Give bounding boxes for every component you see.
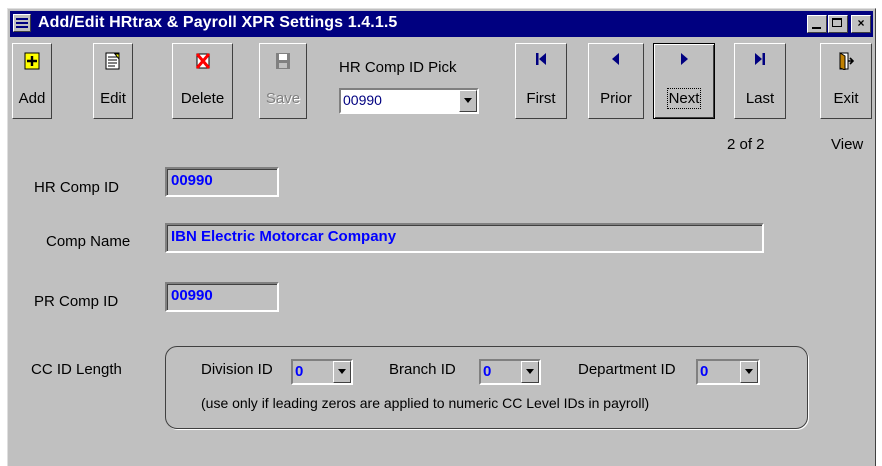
division-id-label: Division ID [201, 361, 273, 378]
comp-id-pick-label: HR Comp ID Pick [339, 59, 457, 76]
division-id-select[interactable]: 0 [291, 359, 353, 385]
first-icon [536, 53, 546, 65]
exit-label: Exit [833, 90, 859, 107]
hr-comp-id-field[interactable]: 00990 [165, 167, 279, 197]
cc-id-note: (use only if leading zeros are applied t… [201, 395, 650, 411]
delete-icon [195, 53, 210, 69]
comp-name-field[interactable]: IBN Electric Motorcar Company [165, 223, 764, 253]
save-button[interactable]: Save [259, 43, 307, 119]
cc-id-length-group: Division ID 0 Branch ID 0 Department ID … [165, 346, 808, 429]
comp-id-pick-select[interactable]: 00990 [339, 88, 479, 114]
comp-name-label: Comp Name [46, 233, 131, 250]
department-id-select[interactable]: 0 [696, 359, 760, 385]
department-id-value: 0 [700, 363, 709, 380]
next-icon [681, 53, 688, 65]
toolbar: Add Edit Delete Save HR Comp ID Pick 009… [8, 43, 875, 131]
comp-name-value: IBN Electric Motorcar Company [171, 228, 397, 245]
last-button[interactable]: Last [734, 43, 786, 119]
comp-id-pick-value: 00990 [343, 92, 382, 108]
delete-button[interactable]: Delete [172, 43, 233, 119]
prior-label: Prior [600, 90, 632, 107]
edit-label: Edit [100, 90, 126, 107]
branch-id-label: Branch ID [389, 361, 456, 378]
record-position: 2 of 2 [727, 136, 765, 153]
save-icon [276, 53, 290, 69]
maximize-button[interactable] [828, 15, 848, 33]
close-button[interactable]: × [851, 15, 871, 33]
delete-label: Delete [180, 90, 225, 107]
last-label: Last [745, 90, 775, 107]
app-window: Add/Edit HRtrax & Payroll XPR Settings 1… [7, 8, 876, 466]
prior-button[interactable]: Prior [588, 43, 644, 119]
add-label: Add [18, 90, 46, 107]
add-icon [24, 52, 40, 70]
first-button[interactable]: First [515, 43, 567, 119]
pr-comp-id-field[interactable]: 00990 [165, 282, 279, 312]
next-label: Next [666, 88, 702, 109]
last-icon [755, 53, 765, 65]
title-bar[interactable]: Add/Edit HRtrax & Payroll XPR Settings 1… [10, 11, 873, 37]
edit-button[interactable]: Edit [93, 43, 133, 119]
hr-comp-id-value: 00990 [171, 172, 213, 189]
next-button[interactable]: Next [653, 43, 715, 119]
branch-id-value: 0 [483, 363, 492, 380]
add-button[interactable]: Add [12, 43, 52, 119]
mode-indicator: View [831, 136, 864, 153]
pr-comp-id-label: PR Comp ID [34, 293, 119, 310]
window-menu-icon[interactable] [13, 14, 31, 32]
minimize-button[interactable] [807, 15, 827, 33]
exit-button[interactable]: Exit [820, 43, 872, 119]
branch-id-select[interactable]: 0 [479, 359, 541, 385]
chevron-down-icon[interactable] [459, 90, 477, 112]
department-id-label: Department ID [578, 361, 676, 378]
chevron-down-icon[interactable] [333, 361, 351, 383]
first-label: First [526, 90, 556, 107]
window-title: Add/Edit HRtrax & Payroll XPR Settings 1… [38, 14, 398, 31]
prior-icon [612, 53, 619, 65]
pr-comp-id-value: 00990 [171, 287, 213, 304]
chevron-down-icon[interactable] [740, 361, 758, 383]
exit-icon [839, 52, 854, 70]
edit-icon [105, 52, 120, 70]
division-id-value: 0 [295, 363, 304, 380]
chevron-down-icon[interactable] [521, 361, 539, 383]
cc-id-length-label: CC ID Length [31, 361, 122, 378]
hr-comp-id-label: HR Comp ID [34, 179, 120, 196]
save-label: Save [265, 90, 301, 107]
